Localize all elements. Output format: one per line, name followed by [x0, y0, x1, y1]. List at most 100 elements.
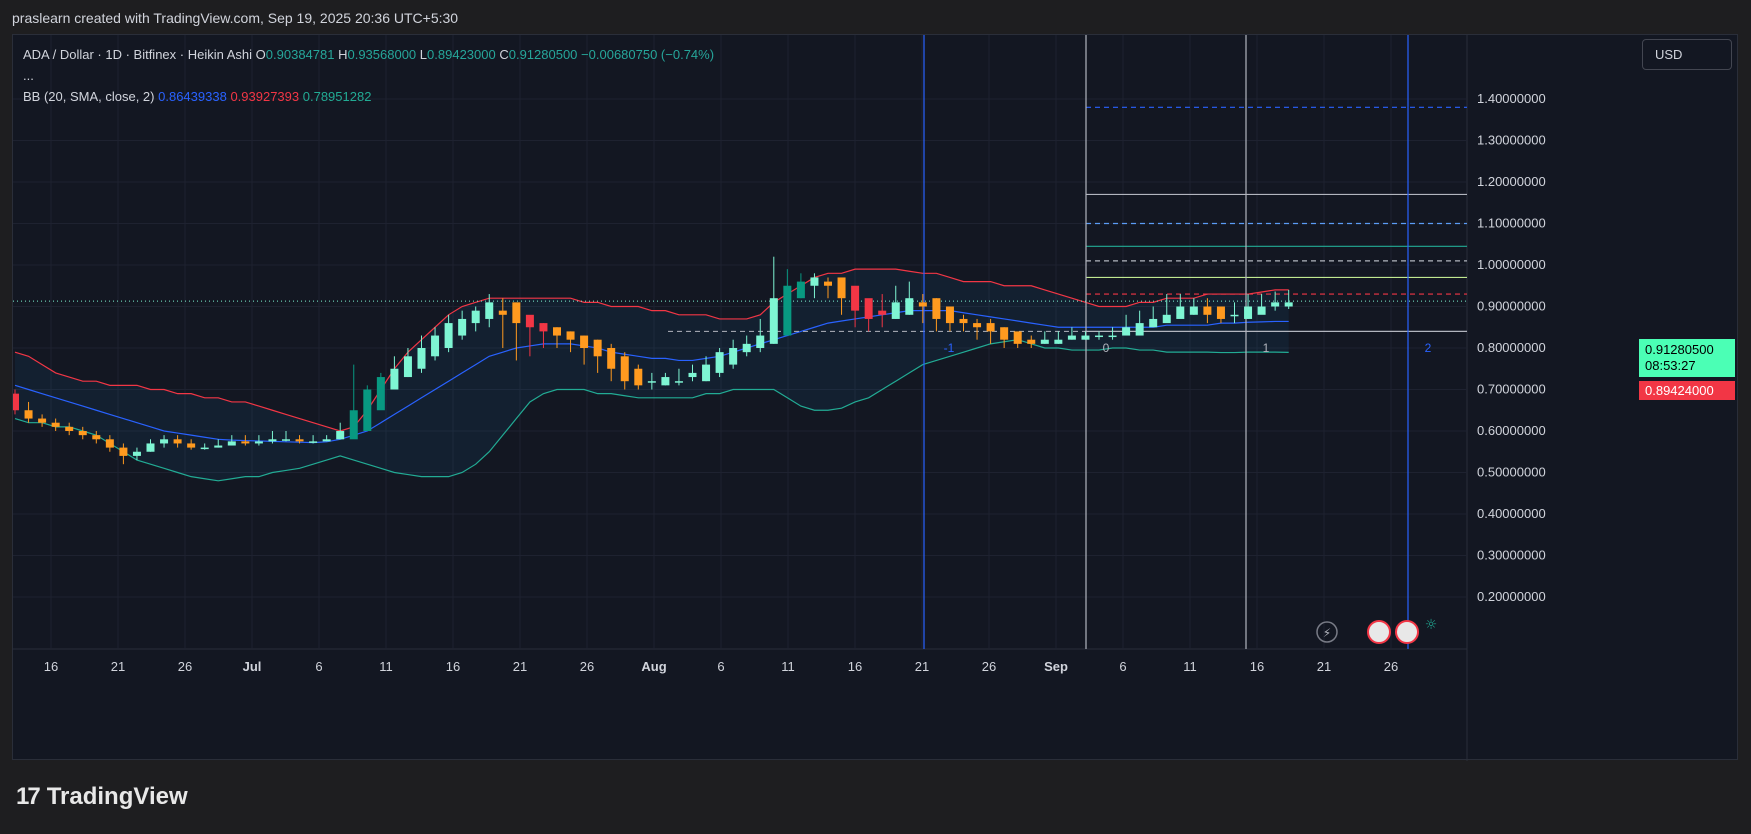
- candle-body: [553, 327, 561, 336]
- y-tick-label: 1.10000000: [1477, 216, 1546, 231]
- last-price-tag: 0.91280500 08:53:27: [1639, 339, 1735, 377]
- candle-body: [796, 281, 805, 299]
- x-tick-label: 6: [315, 659, 322, 674]
- candle-body: [1176, 306, 1185, 319]
- candle-body: [973, 323, 982, 328]
- candle-body: [403, 356, 412, 378]
- candle-body: [688, 372, 697, 378]
- candle-body: [1081, 335, 1090, 340]
- candle-body: [525, 314, 534, 328]
- x-tick-label: 26: [178, 659, 192, 674]
- candle-body: [214, 445, 223, 448]
- x-tick-label: Jul: [243, 659, 262, 674]
- candle-body: [878, 310, 887, 315]
- candle-body: [661, 377, 670, 386]
- candle-body: [1122, 327, 1131, 336]
- candle-body: [1230, 314, 1239, 317]
- candle-body: [932, 298, 941, 319]
- candle-body: [742, 343, 751, 353]
- y-tick-label: 0.90000000: [1477, 299, 1546, 314]
- x-tick-label: 6: [717, 659, 724, 674]
- candle-body: [431, 335, 440, 357]
- time-cycle-label: -1: [944, 341, 955, 355]
- x-tick-label: 11: [379, 659, 393, 674]
- candle-body: [512, 302, 521, 324]
- candle-body: [417, 348, 426, 369]
- candle-body: [1040, 339, 1049, 344]
- candle-body: [580, 335, 589, 348]
- candle-body: [363, 389, 372, 431]
- candle-body: [119, 447, 128, 456]
- candle-body: [851, 285, 860, 311]
- y-tick-label: 1.00000000: [1477, 257, 1546, 272]
- time-cycle-label: 2: [1425, 341, 1432, 355]
- candle-body: [1284, 302, 1293, 307]
- candle-body: [620, 356, 629, 382]
- candle-body: [539, 323, 548, 332]
- us-economic-event-icon[interactable]: [1367, 620, 1391, 644]
- x-tick-label: 21: [915, 659, 929, 674]
- candle-body: [349, 410, 358, 440]
- y-tick-label: 0.70000000: [1477, 382, 1546, 397]
- x-tick-label: 26: [1384, 659, 1398, 674]
- candle-body: [38, 418, 47, 423]
- candle-body: [200, 447, 209, 450]
- candle-body: [173, 439, 182, 444]
- candle-body: [51, 422, 60, 427]
- candle-body: [1257, 306, 1266, 315]
- candle-body: [444, 323, 453, 348]
- y-tick-label: 1.40000000: [1477, 91, 1546, 106]
- candle-body: [160, 439, 169, 444]
- x-tick-label: 26: [982, 659, 996, 674]
- y-tick-label: 0.80000000: [1477, 340, 1546, 355]
- candle-body: [458, 318, 467, 336]
- last-price-value: 0.91280500: [1645, 342, 1714, 357]
- currency-selector[interactable]: USD: [1642, 39, 1732, 70]
- candle-body: [471, 310, 480, 324]
- x-tick-label: 16: [848, 659, 862, 674]
- chart-frame[interactable]: 1.40000000 1.30000000 1.20000000 1.10000000…: [12, 34, 1739, 761]
- candle-body: [78, 431, 87, 436]
- candle-body: [336, 431, 345, 440]
- time-cycle-label: 0: [1103, 341, 1110, 355]
- tradingview-logo-icon: 17: [16, 783, 41, 810]
- bar-countdown: 08:53:27: [1645, 358, 1696, 373]
- candle-body: [1271, 302, 1280, 307]
- candle-body: [756, 335, 765, 348]
- candle-body: [593, 339, 602, 357]
- candle-body: [566, 331, 575, 340]
- candle-body: [268, 439, 277, 442]
- candle-body: [1135, 323, 1144, 336]
- candle-body: [1054, 339, 1063, 344]
- y-tick-label: 0.60000000: [1477, 423, 1546, 438]
- candle-body: [607, 348, 616, 369]
- x-tick-label: 11: [1183, 659, 1197, 674]
- candle-body: [810, 277, 819, 286]
- lightning-event-glyph: ⚡: [1323, 626, 1331, 640]
- candle-body: [769, 298, 778, 344]
- candle-body: [227, 441, 236, 446]
- candle-body: [146, 443, 155, 452]
- candle-body: [1067, 335, 1076, 340]
- x-tick-label: 21: [1317, 659, 1331, 674]
- candle-body: [702, 364, 711, 382]
- candle-body: [1162, 314, 1171, 324]
- candle-body: [295, 439, 304, 442]
- candle-body: [729, 348, 738, 365]
- candle-body: [905, 298, 914, 315]
- candle-body: [918, 302, 927, 307]
- x-tick-label: 16: [446, 659, 460, 674]
- us-economic-event-icon[interactable]: [1395, 620, 1419, 644]
- candle-body: [1000, 327, 1009, 340]
- candle-body: [783, 285, 792, 336]
- x-tick-label: 26: [580, 659, 594, 674]
- candle-body: [634, 368, 643, 386]
- candle-body: [1189, 306, 1198, 315]
- candle-body: [376, 377, 385, 411]
- tradingview-brand: TradingView: [46, 783, 188, 810]
- tradingview-logo[interactable]: 17 TradingView: [16, 783, 188, 811]
- x-tick-label: 11: [781, 659, 795, 674]
- price-chart[interactable]: 1.40000000 1.30000000 1.20000000 1.10000000…: [13, 35, 1739, 761]
- candle-body: [309, 441, 318, 443]
- candle-body: [13, 393, 19, 411]
